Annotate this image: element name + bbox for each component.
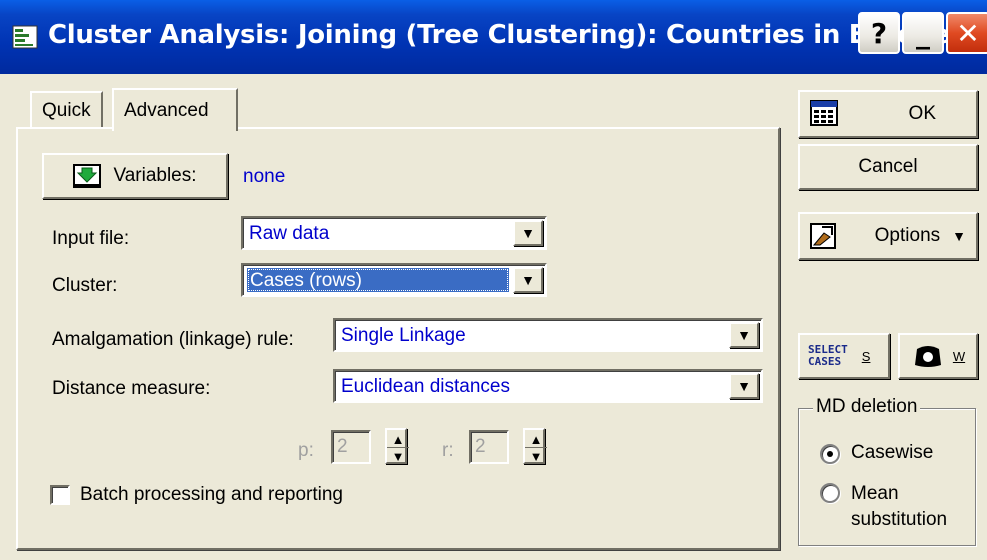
- help-button[interactable]: ?: [858, 12, 900, 54]
- cancel-button[interactable]: Cancel: [798, 144, 978, 190]
- chevron-down-icon[interactable]: ▼: [729, 322, 759, 348]
- distance-label: Distance measure:: [52, 378, 211, 399]
- chevron-down-icon[interactable]: ▼: [729, 373, 759, 399]
- p-spinner[interactable]: ▲ ▼: [385, 428, 409, 465]
- casewise-label: Casewise: [851, 442, 934, 463]
- app-icon: [12, 25, 38, 49]
- cluster-value: Cases (rows): [247, 268, 509, 292]
- r-spinner[interactable]: ▲ ▼: [523, 428, 547, 465]
- cluster-label: Cluster:: [52, 275, 118, 296]
- distance-value: Euclidean distances: [341, 376, 510, 397]
- options-icon: [810, 223, 836, 249]
- select-cases-key: S: [861, 348, 871, 364]
- mean-substitution-radio[interactable]: [820, 483, 840, 503]
- weight-button[interactable]: W: [898, 333, 978, 379]
- casewise-radio[interactable]: [820, 444, 840, 464]
- spin-down-icon[interactable]: ▼: [525, 447, 547, 465]
- p-label: p:: [298, 440, 314, 461]
- calculator-icon: [810, 100, 838, 126]
- batch-checkbox[interactable]: [50, 485, 70, 505]
- amalgamation-value: Single Linkage: [341, 325, 466, 346]
- input-file-value: Raw data: [249, 223, 330, 244]
- amalgamation-select[interactable]: Single Linkage ▼: [333, 318, 763, 352]
- window-title: Cluster Analysis: Joining (Tree Clusteri…: [48, 20, 968, 50]
- chevron-down-icon[interactable]: ▼: [513, 220, 543, 246]
- close-button[interactable]: ✕: [946, 12, 987, 54]
- input-file-label: Input file:: [52, 228, 130, 249]
- variables-button[interactable]: Variables:: [42, 153, 228, 199]
- select-cases-line2: CASES: [808, 355, 842, 368]
- batch-label: Batch processing and reporting: [80, 484, 343, 505]
- tab-advanced[interactable]: Advanced: [112, 88, 238, 131]
- weight-key: W: [952, 348, 966, 364]
- distance-select[interactable]: Euclidean distances ▼: [333, 369, 763, 403]
- ok-label: OK: [908, 103, 936, 124]
- spin-up-icon[interactable]: ▲: [525, 430, 547, 448]
- r-label: r:: [442, 440, 454, 461]
- variables-icon: [73, 164, 102, 188]
- cluster-select[interactable]: Cases (rows) ▼: [241, 263, 547, 297]
- md-deletion-legend: MD deletion: [813, 396, 921, 418]
- p-input[interactable]: 2: [331, 430, 371, 464]
- options-button[interactable]: Options ▼: [798, 212, 978, 260]
- input-file-select[interactable]: Raw data ▼: [241, 216, 547, 250]
- tab-quick[interactable]: Quick: [30, 91, 103, 129]
- select-cases-icon: SELECT CASES: [808, 344, 848, 368]
- select-cases-button[interactable]: SELECT CASES S: [798, 333, 890, 379]
- spin-down-icon[interactable]: ▼: [387, 447, 409, 465]
- options-label: Options: [874, 225, 941, 246]
- weight-icon: [914, 346, 941, 367]
- variables-button-label: Variables:: [113, 165, 197, 186]
- variables-value: none: [243, 166, 286, 187]
- substitution-label: substitution: [851, 509, 948, 530]
- chevron-down-icon[interactable]: ▼: [513, 267, 543, 293]
- chevron-down-icon: ▼: [952, 228, 966, 244]
- ok-button[interactable]: OK: [798, 90, 978, 138]
- amalgamation-label: Amalgamation (linkage) rule:: [52, 329, 294, 350]
- spin-up-icon[interactable]: ▲: [387, 430, 409, 448]
- title-bar: Cluster Analysis: Joining (Tree Clusteri…: [0, 0, 987, 74]
- mean-label: Mean: [851, 483, 899, 504]
- r-input[interactable]: 2: [469, 430, 509, 464]
- minimize-button[interactable]: _: [902, 12, 944, 54]
